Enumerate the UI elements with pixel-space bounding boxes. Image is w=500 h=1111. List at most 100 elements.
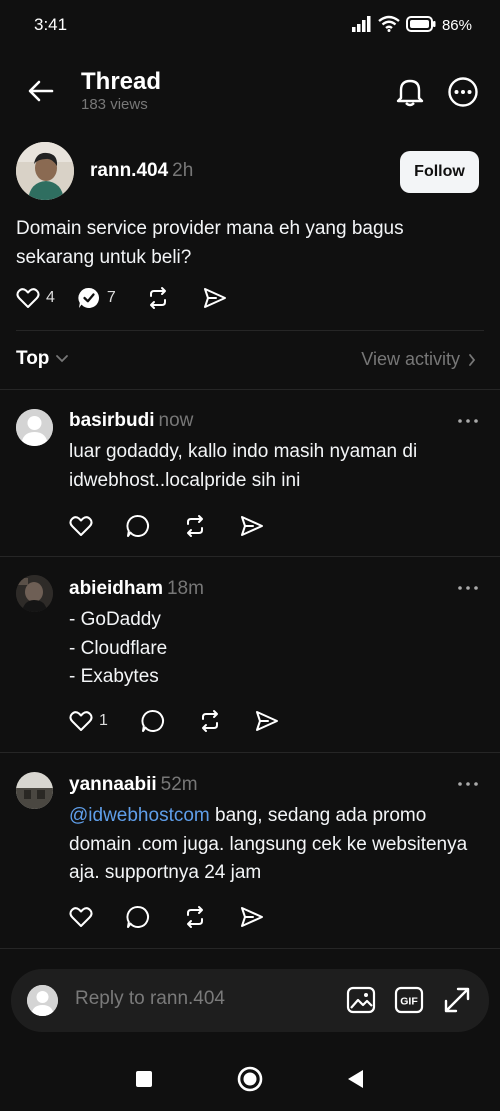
- reply-line: - GoDaddy: [69, 609, 161, 630]
- post-text: Domain service provider mana eh yang bag…: [16, 218, 404, 268]
- reply-username[interactable]: yannaabii: [69, 774, 157, 795]
- divider: [16, 330, 484, 331]
- reply-actions: 1: [69, 709, 279, 733]
- divider: [0, 556, 500, 557]
- repost-icon: [187, 906, 203, 928]
- like-button[interactable]: [69, 515, 93, 537]
- reply-line: - Exabytes: [69, 666, 159, 687]
- reply-icon: [78, 287, 99, 308]
- reply-more-button[interactable]: [455, 411, 481, 431]
- page-title: Thread: [81, 68, 162, 95]
- share-icon: [241, 516, 263, 536]
- wifi-icon: [378, 15, 400, 36]
- reply-more-button[interactable]: [455, 578, 481, 598]
- reply-button[interactable]: [126, 905, 150, 929]
- post-author[interactable]: rann.404 2h: [90, 160, 193, 182]
- reply-author[interactable]: yannaabii 52m: [69, 774, 198, 796]
- more-horizontal-icon: [458, 782, 478, 786]
- more-icon: [448, 77, 478, 107]
- reply-author[interactable]: basirbudi now: [69, 410, 193, 432]
- reply-author[interactable]: abieidham 18m: [69, 578, 204, 600]
- notifications-button[interactable]: [393, 75, 427, 109]
- heart-icon: [69, 711, 93, 731]
- signal-icon: [351, 15, 372, 36]
- reply-more-button[interactable]: [455, 774, 481, 794]
- thread-header: Thread 183 views: [0, 60, 500, 122]
- avatar[interactable]: [16, 409, 53, 446]
- share-button[interactable]: [255, 710, 279, 732]
- reply-button[interactable]: [141, 709, 165, 733]
- back-triangle-icon: [348, 1070, 363, 1088]
- post-time: 2h: [172, 160, 194, 181]
- comment-icon: [126, 515, 149, 537]
- reply-button[interactable]: [126, 514, 150, 538]
- home-button[interactable]: [235, 1064, 265, 1094]
- battery-percent: 86%: [441, 17, 472, 34]
- home-circle-icon: [237, 1066, 263, 1092]
- post-username[interactable]: rann.404: [90, 160, 168, 181]
- reply-username[interactable]: basirbudi: [69, 410, 155, 431]
- back-button[interactable]: [26, 76, 56, 106]
- gif-button[interactable]: GIF: [393, 984, 425, 1016]
- sort-bar: Top View activity: [0, 342, 500, 380]
- repost-button[interactable]: [183, 905, 207, 929]
- divider: [0, 389, 500, 390]
- reply-button[interactable]: 7: [77, 286, 116, 310]
- reply-actions: [69, 905, 264, 929]
- recents-button[interactable]: [129, 1064, 159, 1094]
- reply-text: luar godaddy, kallo indo masih nyaman di…: [69, 441, 418, 491]
- follow-button[interactable]: Follow: [400, 151, 479, 193]
- reply-time: 52m: [160, 774, 198, 795]
- like-count: 4: [46, 289, 55, 306]
- system-back-button[interactable]: [340, 1064, 370, 1094]
- share-button[interactable]: [203, 287, 227, 309]
- comment-icon: [126, 906, 149, 928]
- expand-icon: [444, 987, 470, 1013]
- reply-username[interactable]: abieidham: [69, 578, 163, 599]
- chevron-down-icon: [56, 355, 69, 363]
- view-activity-link[interactable]: View activity: [361, 349, 476, 370]
- mention-link[interactable]: @idwebhostcom: [69, 805, 210, 826]
- sort-dropdown[interactable]: Top: [16, 348, 69, 370]
- status-time: 3:41: [34, 15, 68, 34]
- more-options-button[interactable]: [446, 75, 480, 109]
- view-activity-label: View activity: [361, 349, 460, 369]
- avatar[interactable]: [16, 575, 53, 612]
- like-button[interactable]: 4: [16, 287, 55, 309]
- status-indicators: 86%: [351, 15, 472, 36]
- repost-button[interactable]: [146, 286, 170, 310]
- reply-time: now: [158, 410, 194, 431]
- reply-text: @idwebhostcom bang, sedang ada promo dom…: [69, 802, 489, 888]
- sort-label: Top: [16, 348, 50, 369]
- repost-button[interactable]: [198, 709, 222, 733]
- heart-icon: [69, 907, 93, 927]
- heart-icon: [69, 516, 93, 536]
- reply-input[interactable]: Reply to rann.404: [75, 988, 225, 1010]
- share-button[interactable]: [240, 906, 264, 928]
- like-count: 1: [99, 712, 108, 729]
- square-icon: [136, 1071, 152, 1087]
- reply-count: 7: [106, 289, 116, 306]
- like-button[interactable]: [69, 906, 93, 928]
- svg-text:GIF: GIF: [400, 996, 418, 1008]
- attach-image-button[interactable]: [345, 984, 377, 1016]
- share-icon: [255, 711, 278, 731]
- reply-composer[interactable]: Reply to rann.404 GIF: [11, 969, 489, 1032]
- image-icon: [346, 986, 376, 1014]
- avatar[interactable]: [16, 772, 53, 809]
- expand-button[interactable]: [441, 984, 473, 1016]
- share-icon: [241, 907, 263, 927]
- more-horizontal-icon: [458, 586, 478, 590]
- repost-icon: [201, 710, 218, 732]
- gif-icon: GIF: [394, 986, 424, 1014]
- reply-actions: [69, 514, 264, 538]
- avatar[interactable]: [16, 142, 74, 200]
- like-button[interactable]: 1: [69, 710, 108, 732]
- divider: [0, 752, 500, 753]
- repost-icon: [187, 515, 203, 537]
- share-button[interactable]: [240, 515, 264, 537]
- battery-icon: [405, 15, 436, 36]
- reply-text: - GoDaddy - Cloudflare - Exabytes: [69, 606, 489, 692]
- repost-icon: [149, 287, 166, 309]
- repost-button[interactable]: [183, 514, 207, 538]
